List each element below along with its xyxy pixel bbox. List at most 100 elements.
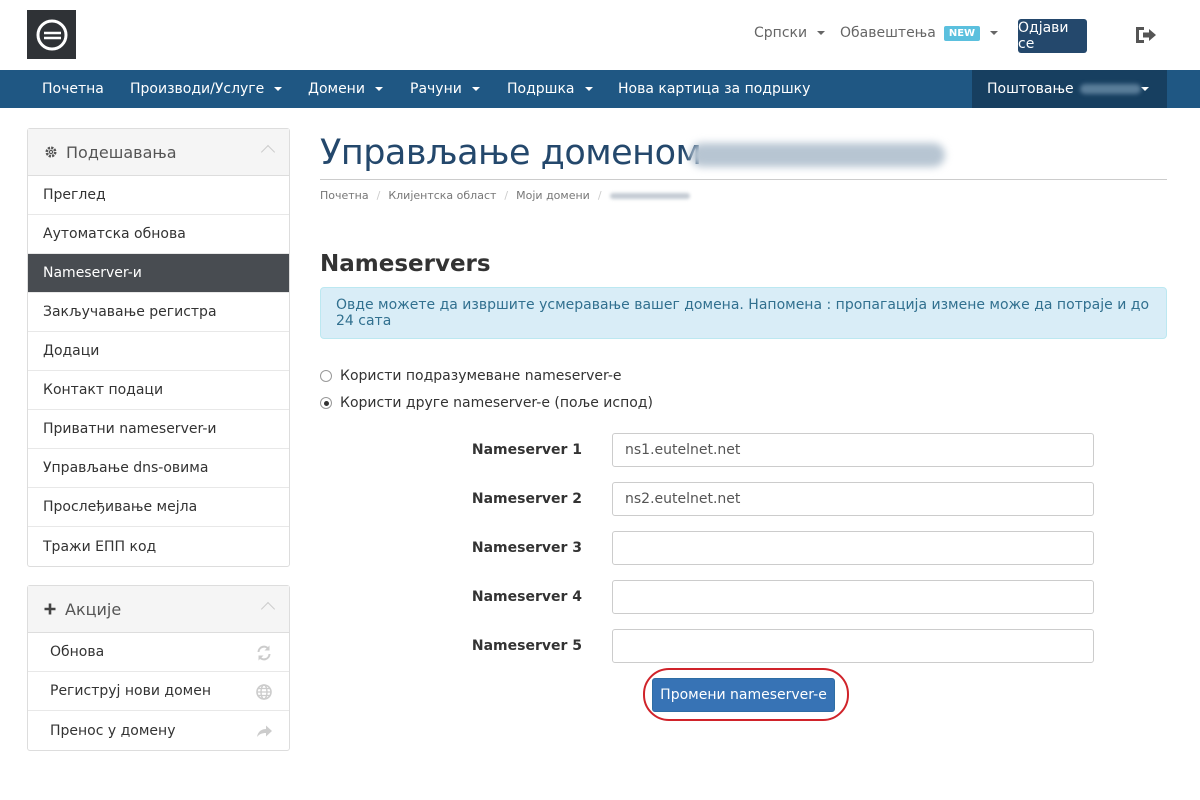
chevron-down-icon [990, 31, 999, 35]
breadcrumb-home[interactable]: Почетна [320, 189, 369, 202]
action-label: Региструј нови домен [50, 683, 211, 699]
nameserver-3-input[interactable] [612, 531, 1094, 565]
nav-services-label: Производи/Услуге [130, 81, 265, 97]
notifications-dropdown[interactable]: Обавештења NEW [840, 25, 999, 41]
settings-panel-header[interactable]: Подешавања [28, 129, 289, 176]
radio-button-selected[interactable] [320, 397, 332, 409]
language-dropdown[interactable]: Српски [754, 25, 826, 41]
sidebar-item-registrar-lock[interactable]: Закључавање регистра [28, 293, 289, 332]
info-alert-text: Овде можете да извршите усмеравање вашег… [336, 297, 1150, 329]
nav-support-label: Подршка [507, 81, 575, 97]
nav-billing[interactable]: Рачуни [410, 70, 480, 108]
chevron-up-icon[interactable] [260, 601, 276, 617]
sidebar-item-label: Закључавање регистра [43, 304, 217, 320]
radio-default-nameservers[interactable]: Користи подразумеване nameserver-е [320, 368, 622, 384]
nav-domains-label: Домени [308, 81, 365, 97]
breadcrumb-separator: / [504, 189, 509, 202]
account-greeting: Поштовање [987, 81, 1074, 97]
settings-panel-title: Подешавања [66, 142, 177, 162]
sidebar-item-epp-code[interactable]: Тражи ЕПП код [28, 527, 289, 566]
radio-custom-label: Користи друге nameserver-е (поље испод) [340, 395, 653, 411]
nameserver-2-input[interactable] [612, 482, 1094, 516]
radio-custom-nameservers[interactable]: Користи друге nameserver-е (поље испод) [320, 395, 653, 411]
actions-panel-title: Акције [65, 599, 122, 619]
chevron-up-icon[interactable] [260, 144, 276, 160]
nameserver-3-label: Nameserver 3 [471, 540, 582, 556]
radio-default-label: Користи подразумеване nameserver-е [340, 368, 622, 384]
nav-home-label: Почетна [42, 81, 104, 97]
site-logo[interactable] [27, 10, 76, 59]
nameserver-4-label: Nameserver 4 [471, 589, 582, 605]
language-label: Српски [754, 25, 808, 41]
page-title: Управљање доменом [320, 133, 702, 173]
sidebar-item-label: Nameserver-и [43, 265, 142, 281]
sidebar-item-label: Прослеђивање мејла [43, 499, 198, 515]
nav-new-ticket[interactable]: Нова картица за подршку [618, 70, 810, 108]
breadcrumb-redacted-domain [609, 192, 690, 199]
change-nameservers-button[interactable]: Промени nameserver-е [652, 678, 835, 712]
chevron-down-icon [374, 87, 383, 91]
actions-panel-header[interactable]: Акције [28, 586, 289, 633]
logo-mark-icon [36, 19, 67, 50]
chevron-down-icon [1141, 87, 1149, 91]
action-label: Пренос у домену [50, 722, 176, 739]
nameserver-2-label: Nameserver 2 [471, 491, 582, 507]
logout-button[interactable]: Одјави се [1018, 19, 1087, 53]
sidebar-item-label: Преглед [43, 187, 106, 203]
nameserver-5-label: Nameserver 5 [471, 638, 582, 654]
chevron-down-icon [584, 87, 593, 91]
chevron-down-icon [471, 87, 480, 91]
sidebar-item-label: Аутоматска обнова [43, 226, 186, 242]
nameserver-4-input[interactable] [612, 580, 1094, 614]
action-label: Обнова [50, 644, 105, 660]
breadcrumb-separator: / [376, 189, 381, 202]
chevron-down-icon [274, 87, 283, 91]
sidebar-item-addons[interactable]: Додаци [28, 332, 289, 371]
sidebar-item-overview[interactable]: Преглед [28, 176, 289, 215]
nav-services[interactable]: Производи/Услуге [130, 70, 283, 108]
radio-button[interactable] [320, 370, 332, 382]
nav-billing-label: Рачуни [410, 81, 462, 97]
gear-icon [45, 146, 57, 158]
sidebar-item-label: Приватни nameserver-и [43, 421, 217, 437]
sidebar-item-label: Додаци [43, 343, 100, 359]
breadcrumb-client-area[interactable]: Клијентска област [388, 189, 496, 202]
sidebar-item-nameservers[interactable]: Nameserver-и [28, 254, 289, 293]
redacted-domain-name [690, 143, 945, 167]
section-title: Nameservers [320, 251, 491, 277]
top-header: Српски Обавештења NEW Одјави се [0, 0, 1200, 70]
nav-home[interactable]: Почетна [42, 70, 104, 108]
breadcrumb-my-domains[interactable]: Моји домени [516, 189, 590, 202]
action-register-domain[interactable]: Региструј нови домен [28, 672, 289, 711]
plus-icon [44, 603, 56, 615]
chevron-down-icon [817, 31, 826, 35]
info-alert: Овде можете да извршите усмеравање вашег… [320, 287, 1167, 339]
account-dropdown[interactable]: Поштовање [972, 70, 1167, 108]
nav-domains[interactable]: Домени [308, 70, 383, 108]
title-divider [320, 179, 1167, 180]
logout-icon[interactable] [1134, 25, 1158, 45]
notifications-label: Обавештења [840, 25, 936, 41]
sidebar-item-label: Контакт подаци [43, 382, 164, 398]
sidebar-item-dns-management[interactable]: Управљање dns-овима [28, 449, 289, 488]
settings-panel: Подешавања Преглед Аутоматска обнова Nam… [27, 128, 290, 567]
breadcrumb-separator: / [597, 189, 602, 202]
main-navbar: Почетна Производи/Услуге Домени Рачуни П… [0, 70, 1200, 108]
refresh-icon [257, 645, 271, 661]
nameserver-5-input[interactable] [612, 629, 1094, 663]
nav-new-ticket-label: Нова картица за подршку [618, 81, 811, 97]
sidebar-item-contacts[interactable]: Контакт подаци [28, 371, 289, 410]
nav-support[interactable]: Подршка [507, 70, 593, 108]
sidebar-item-email-forwarding[interactable]: Прослеђивање мејла [28, 488, 289, 527]
nameserver-1-input[interactable] [612, 433, 1094, 467]
nameserver-1-label: Nameserver 1 [471, 442, 582, 458]
share-arrow-icon [257, 725, 272, 737]
sidebar-item-private-nameservers[interactable]: Приватни nameserver-и [28, 410, 289, 449]
new-badge: NEW [943, 25, 981, 41]
sidebar-item-label: Управљање dns-овима [43, 460, 209, 476]
sidebar-item-auto-renew[interactable]: Аутоматска обнова [28, 215, 289, 254]
action-renew[interactable]: Обнова [28, 633, 289, 672]
breadcrumb: Почетна / Клијентска област / Моји домен… [320, 189, 690, 202]
actions-panel: Акције Обнова Региструј нови домен Прено… [27, 585, 290, 751]
action-transfer-domain[interactable]: Пренос у домену [28, 711, 289, 750]
